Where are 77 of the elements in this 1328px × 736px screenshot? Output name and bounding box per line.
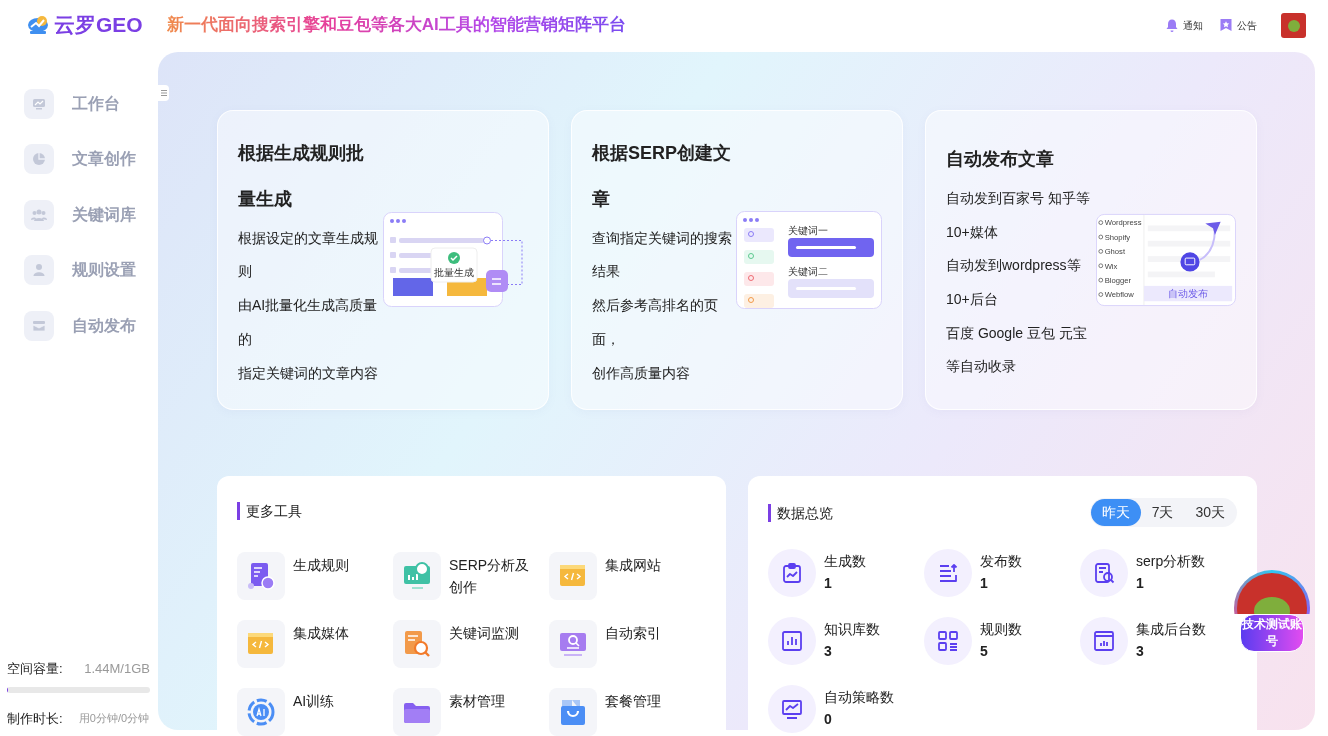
illustration-label: Wix: [1104, 261, 1118, 271]
stat-value: 1: [980, 574, 989, 593]
ai-icon: [245, 696, 277, 728]
tool-link[interactable]: 集成媒体: [237, 620, 387, 668]
window-chart-icon: [1092, 629, 1116, 653]
feature-text: 百度 Google 豆包 元宝等自动收录: [946, 323, 1088, 377]
bar-chart-icon: [780, 629, 804, 653]
feature-title: 自动发布文章: [946, 147, 1055, 171]
clipboard-chart-icon: [780, 561, 804, 585]
stat-value: 1: [1136, 574, 1145, 593]
stat-label: 知识库数: [824, 620, 880, 639]
illustration-label: Blogger: [1104, 276, 1131, 285]
bookmark-star-icon: [1219, 18, 1233, 32]
tool-link[interactable]: 生成规则: [237, 552, 387, 600]
duration-value: 用0分钟/0分钟: [78, 712, 150, 725]
duration-label: 制作时长:: [7, 709, 63, 728]
illustration-label: 关键词二: [788, 266, 828, 277]
tool-link[interactable]: 素材管理: [393, 688, 543, 736]
illustration-label: 批量生成: [434, 267, 474, 278]
collapse-toggle[interactable]: [158, 85, 169, 101]
section-title: 数据总览: [768, 503, 833, 522]
illustration-label: Shopify: [1104, 232, 1131, 242]
pie-chart-icon: [31, 151, 47, 168]
feature-text: 自动发到wordpress等10+后台: [946, 256, 1082, 309]
storage-value: 1.44M/1GB: [84, 660, 150, 678]
bell-icon: [1165, 18, 1179, 32]
feature-text: 由AI批量化生成高质量的: [238, 296, 379, 349]
person-icon: [31, 262, 47, 279]
feature-text: 创作高质量内容: [592, 363, 691, 383]
logo-icon: [27, 14, 49, 36]
tool-link[interactable]: 集成网站: [549, 552, 699, 600]
range-tab[interactable]: 7天: [1140, 499, 1185, 526]
feature-card[interactable]: 自动发布文章 自动发到百家号 知乎等10+媒体 自动发到wordpress等10+后台 百度 Google 豆包 元宝等自动收录 Wordpress Shopify Ghost Wix Blogger Webflow 自动发布: [925, 110, 1257, 410]
stat-value: 1: [824, 574, 833, 593]
illustration-label: Ghost: [1104, 247, 1126, 257]
chart-search-icon: [401, 560, 433, 592]
tool-link[interactable]: AI训练: [237, 688, 387, 736]
section-title: 更多工具: [237, 502, 706, 520]
illustration-label: 自动发布: [1168, 288, 1209, 300]
tool-link[interactable]: 关键词监测: [393, 620, 543, 668]
tool-link[interactable]: 套餐管理: [549, 688, 699, 736]
stat-value: 0: [824, 710, 833, 729]
feature-title: 根据SERP创建文章: [592, 141, 733, 211]
document-icon: [245, 560, 277, 592]
stat-label: 生成数: [824, 552, 866, 571]
brand-name: 云罗GEO: [54, 12, 143, 39]
stat-value: 3: [1136, 642, 1145, 661]
feature-text: 自动发到百家号 知乎等10+媒体: [946, 188, 1091, 242]
monitor-chart-icon: [780, 697, 804, 721]
document-search-icon: [1092, 561, 1116, 585]
range-tab[interactable]: 30天: [1184, 499, 1236, 526]
storage-label: 空间容量:: [7, 660, 63, 678]
illustration-label: Webflow: [1104, 290, 1134, 300]
stat-value: 3: [824, 642, 833, 661]
tool-link[interactable]: 自动索引: [549, 620, 699, 668]
feature-text: 指定关键词的文章内容: [238, 363, 379, 383]
stat-value: 5: [980, 642, 989, 661]
grid-list-icon: [936, 629, 960, 653]
stat-label: 集成后台数: [1136, 620, 1206, 639]
illustration-label: 关键词一: [788, 225, 828, 236]
user-avatar[interactable]: [1281, 12, 1306, 38]
stat-label: 发布数: [980, 552, 1022, 571]
feature-text: 根据设定的文章生成规则: [238, 228, 379, 282]
feature-text: 查询指定关键词的搜索结果: [592, 228, 733, 282]
stat-label: serp分析数: [1136, 552, 1206, 571]
illustration-label: Wordpress: [1104, 218, 1142, 228]
feature-title: 根据生成规则批量生成: [238, 141, 365, 211]
feature-text: 然后参考高排名的页面，: [592, 296, 719, 349]
stat-label: 规则数: [980, 620, 1022, 639]
header-link[interactable]: 通知: [1165, 17, 1203, 33]
header-link[interactable]: 公告: [1219, 17, 1257, 33]
feature-card[interactable]: 根据生成规则批量生成 根据设定的文章生成规则 由AI批量化生成高质量的 指定关键词的文章内容 批量生成: [217, 110, 549, 410]
stat-label: 自动策略数: [824, 688, 894, 707]
tool-link[interactable]: SERP分析及创作: [393, 552, 543, 600]
feature-card[interactable]: 根据SERP创建文章 查询指定关键词的搜索结果 然后参考高排名的页面， 创作高质量内容 关键词一 关键词二: [571, 110, 903, 410]
menu-icon: [159, 89, 168, 97]
account-badge[interactable]: 技术测试账号: [1240, 614, 1304, 652]
